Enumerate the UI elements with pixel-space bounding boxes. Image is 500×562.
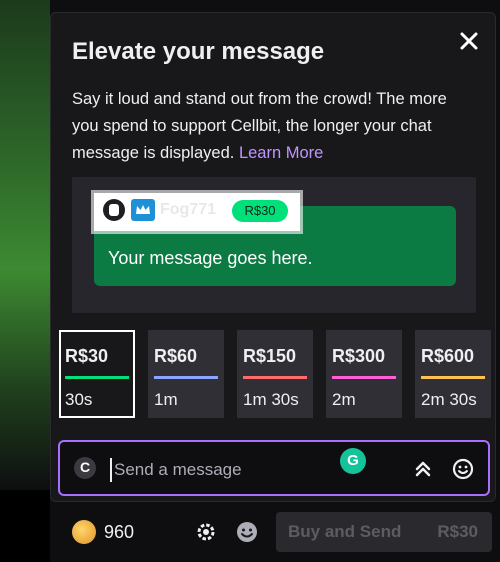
preview-amount-badge: R$30 — [232, 200, 288, 222]
channel-points-count: 960 — [104, 522, 135, 542]
stream-background-dark — [0, 490, 50, 562]
learn-more-link[interactable]: Learn More — [239, 144, 323, 162]
tier-option-60[interactable]: R$60 1m — [148, 330, 224, 418]
user-badge-icon — [103, 199, 125, 221]
close-button[interactable] — [456, 28, 482, 54]
tier-color-bar — [154, 376, 218, 379]
channel-points-icon[interactable] — [72, 520, 96, 544]
modal-title: Elevate your message — [72, 38, 325, 65]
tier-duration: 1m — [154, 390, 178, 409]
tier-amount: R$150 — [243, 346, 297, 366]
tier-duration: 2m — [332, 390, 356, 409]
grammarly-icon[interactable]: G — [340, 448, 366, 474]
modal-description: Say it loud and stand out from the crowd… — [72, 86, 472, 167]
tier-color-bar — [65, 376, 129, 379]
tier-duration: 1m 30s — [243, 390, 299, 409]
emote-icon[interactable] — [235, 520, 259, 544]
chevron-up-icon[interactable] — [412, 458, 434, 480]
tier-option-600[interactable]: R$600 2m 30s — [415, 330, 491, 418]
chat-message-input[interactable] — [110, 458, 336, 482]
tier-option-150[interactable]: R$150 1m 30s — [237, 330, 313, 418]
tier-amount: R$30 — [65, 346, 109, 366]
tier-amount: R$300 — [332, 346, 386, 366]
close-icon — [460, 32, 478, 50]
stream-background — [0, 0, 50, 490]
gear-icon[interactable] — [194, 520, 218, 544]
tier-option-30[interactable]: R$30 30s — [59, 330, 135, 418]
crown-badge-icon — [131, 199, 155, 221]
tier-duration: 2m 30s — [421, 390, 477, 409]
buy-button-label: Buy and Send — [288, 522, 402, 541]
preview-message-text: Your message goes here. — [108, 248, 313, 268]
tier-duration: 30s — [65, 390, 93, 409]
tier-amount: R$60 — [154, 346, 198, 366]
tier-color-bar — [421, 376, 485, 379]
chat-avatar-icon — [74, 457, 96, 479]
tier-color-bar — [332, 376, 396, 379]
tier-amount: R$600 — [421, 346, 475, 366]
preview-username: Fog771 — [160, 201, 217, 218]
tier-option-300[interactable]: R$300 2m — [326, 330, 402, 418]
buy-button-price: R$30 — [437, 522, 478, 541]
buy-and-send-button[interactable]: Buy and Send R$30 — [276, 512, 492, 552]
tier-color-bar — [243, 376, 307, 379]
emoji-picker-icon[interactable] — [452, 458, 474, 480]
